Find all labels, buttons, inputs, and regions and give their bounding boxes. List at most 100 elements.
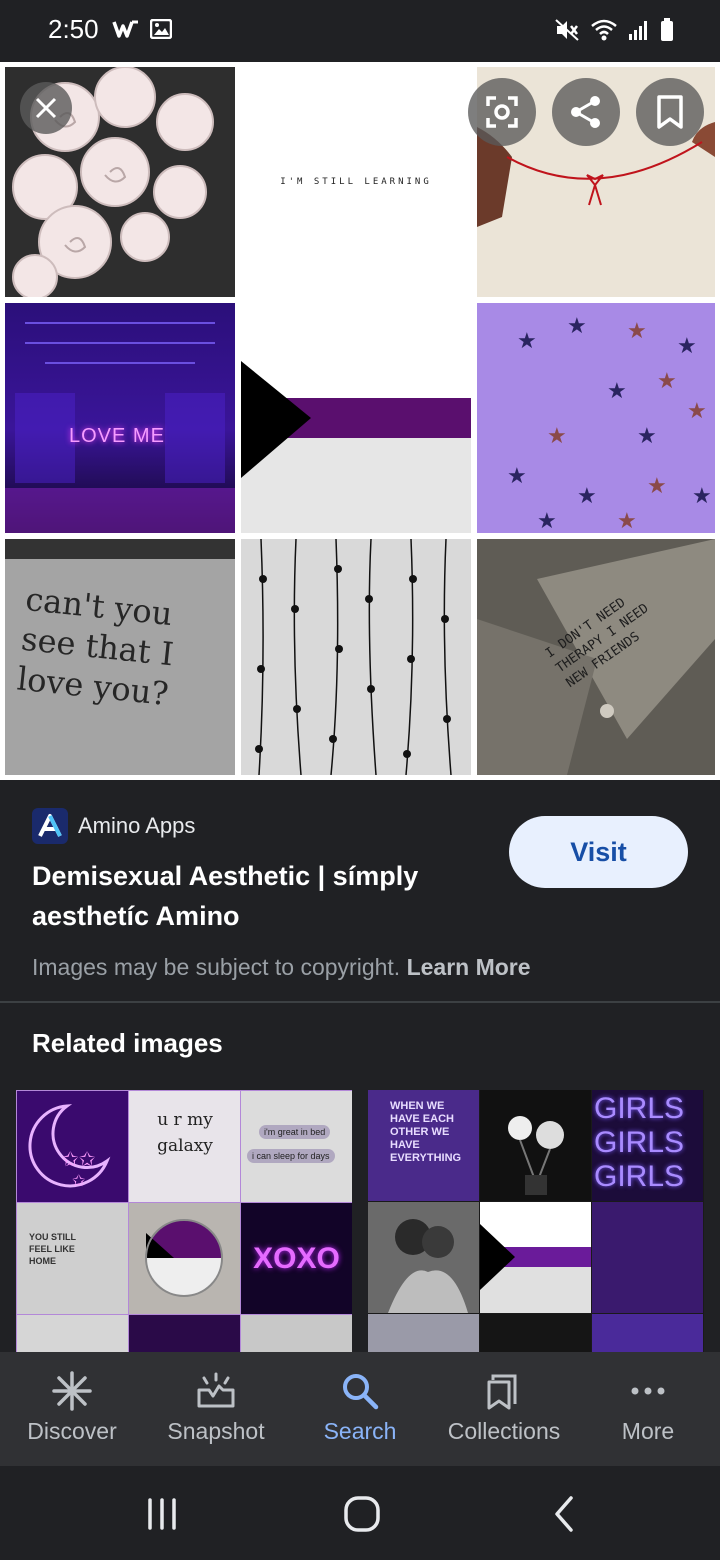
when-we-have-cell: WHEN WE HAVE EACH OTHER WE HAVE EVERYTHI…	[368, 1090, 479, 1201]
status-bar: 2:50	[0, 0, 720, 62]
copyright-notice: Images may be subject to copyright. Lear…	[32, 954, 531, 981]
page-title[interactable]: Demisexual Aesthetic | símply aesthetíc …	[32, 856, 472, 936]
share-icon	[571, 96, 600, 128]
galaxy-text: u r my galaxy	[157, 1110, 213, 1156]
bed-text-cell: i'm great in bed i can sleep for days	[241, 1091, 352, 1202]
svg-text:★: ★	[517, 329, 537, 354]
snow-writing-text: can't you see that I love you?	[15, 579, 176, 714]
left-bottom-cell-3	[241, 1315, 352, 1352]
bottom-navigation: Discover Snapshot Search Collections Mor…	[0, 1352, 720, 1466]
learn-more-link[interactable]: Learn More	[407, 954, 531, 980]
flowers-cell	[480, 1090, 591, 1201]
svg-text:★: ★	[627, 319, 647, 344]
search-icon	[343, 1374, 379, 1410]
svg-text:★: ★	[687, 399, 707, 424]
demi-pin-cell	[129, 1203, 240, 1314]
mute-icon	[555, 19, 579, 41]
nav-search-label: Search	[323, 1418, 397, 1444]
svg-text:★: ★	[537, 509, 557, 533]
divider	[0, 1001, 720, 1003]
girls-text-2: GIRLS	[594, 1126, 685, 1159]
feel-like-home-text: YOU STILL FEEL LIKE HOME	[29, 1232, 76, 1266]
svg-text:★: ★	[577, 484, 597, 509]
love-me-neon-text: LOVE ME	[69, 425, 165, 447]
recent-apps-icon	[148, 1498, 176, 1530]
svg-text:★: ★	[547, 424, 567, 449]
related-image-left[interactable]: ✩✩ ✩ u r my galaxy i'm great in bed i can…	[16, 1090, 352, 1352]
girls-text-3: GIRLS	[594, 1160, 685, 1193]
string-lights-tile	[241, 539, 471, 775]
girls-text-1: GIRLS	[594, 1092, 685, 1125]
svg-text:★: ★	[657, 369, 677, 394]
purple-lights-cell	[592, 1202, 703, 1313]
amino-logo-icon	[32, 808, 68, 844]
stars-tile: ★ ★ ★ ★ ★ ★ ★ ★ ★ ★ ★ ★ ★ ★ ★	[477, 303, 715, 533]
signal-icon	[629, 21, 647, 40]
nav-more-label: More	[621, 1418, 675, 1444]
source-row[interactable]: Amino Apps	[32, 808, 195, 844]
left-bottom-cell-1	[17, 1315, 128, 1352]
bed-text-2: i can sleep for days	[247, 1149, 335, 1163]
right-bottom-cell-1	[368, 1314, 479, 1352]
svg-text:★: ★	[507, 464, 527, 489]
home-icon	[344, 1496, 380, 1532]
close-icon	[35, 97, 57, 119]
lens-button[interactable]	[468, 78, 536, 146]
nav-discover-label: Discover	[27, 1418, 117, 1444]
svg-text:★: ★	[567, 314, 587, 339]
copyright-text: Images may be subject to copyright.	[32, 954, 401, 980]
back-icon	[555, 1496, 573, 1532]
svg-text:★: ★	[647, 474, 667, 499]
svg-text:★: ★	[607, 379, 627, 404]
save-bookmark-button[interactable]	[636, 78, 704, 146]
lens-icon	[486, 96, 518, 128]
svg-text:★: ★	[637, 424, 657, 449]
feel-like-home-cell: YOU STILL FEEL LIKE HOME	[17, 1203, 128, 1314]
share-button[interactable]	[552, 78, 620, 146]
source-name: Amino Apps	[78, 813, 196, 838]
nav-snapshot[interactable]: Snapshot	[144, 1352, 288, 1466]
right-bottom-cell-2	[480, 1314, 591, 1352]
asterisk-icon	[52, 1371, 92, 1411]
right-bottom-cell-3	[592, 1314, 703, 1352]
when-we-have-text: WHEN WE HAVE EACH OTHER WE HAVE EVERYTHI…	[390, 1100, 462, 1164]
status-time: 2:50	[48, 14, 99, 44]
battery-icon	[661, 18, 673, 41]
related-images-heading: Related images	[32, 1028, 223, 1058]
home-button[interactable]	[340, 1492, 384, 1536]
bookmark-icon	[657, 95, 683, 129]
nav-search[interactable]: Search	[288, 1352, 432, 1466]
nav-discover[interactable]: Discover	[0, 1352, 144, 1466]
nav-collections[interactable]: Collections	[432, 1352, 576, 1466]
svg-text:★: ★	[677, 334, 697, 359]
still-learning-tile: I'M STILL LEARNING	[241, 67, 471, 297]
nav-more[interactable]: More	[576, 1352, 720, 1466]
still-learning-text: I'M STILL LEARNING	[280, 177, 432, 187]
close-button[interactable]	[20, 82, 72, 134]
image-info-panel: Amino Apps Demisexual Aesthetic | símply…	[0, 782, 720, 1002]
svg-text:★: ★	[617, 509, 637, 533]
nav-snapshot-label: Snapshot	[167, 1418, 265, 1444]
wifi-icon	[591, 19, 617, 41]
demisexual-flag-tile	[241, 303, 471, 533]
recent-apps-button[interactable]	[140, 1492, 184, 1536]
demi-flag-cell	[480, 1202, 591, 1313]
related-image-right[interactable]: WHEN WE HAVE EACH OTHER WE HAVE EVERYTHI…	[368, 1090, 704, 1352]
visit-button[interactable]: Visit	[509, 816, 688, 888]
main-image-collage[interactable]: I'M STILL LEARNING LOVE ME ★ ★ ★ ★ ★ ★ ★…	[0, 62, 720, 780]
bed-text-1: i'm great in bed	[259, 1125, 331, 1139]
xoxo-text: XOXO	[253, 1241, 340, 1275]
back-button[interactable]	[542, 1492, 586, 1536]
app-notification-icon	[112, 20, 138, 38]
snow-writing-tile: can't you see that I love you?	[5, 539, 235, 775]
left-bottom-cell-2	[129, 1315, 240, 1352]
couple-photo-cell	[368, 1202, 479, 1313]
snapshot-icon	[197, 1372, 235, 1408]
love-me-neon-tile: LOVE ME	[5, 303, 235, 533]
gallery-icon	[150, 19, 172, 39]
nav-collections-label: Collections	[447, 1418, 561, 1444]
collections-icon	[487, 1374, 517, 1410]
galaxy-cell: u r my galaxy	[129, 1091, 240, 1202]
more-icon	[631, 1387, 665, 1395]
svg-text:★: ★	[692, 484, 712, 509]
